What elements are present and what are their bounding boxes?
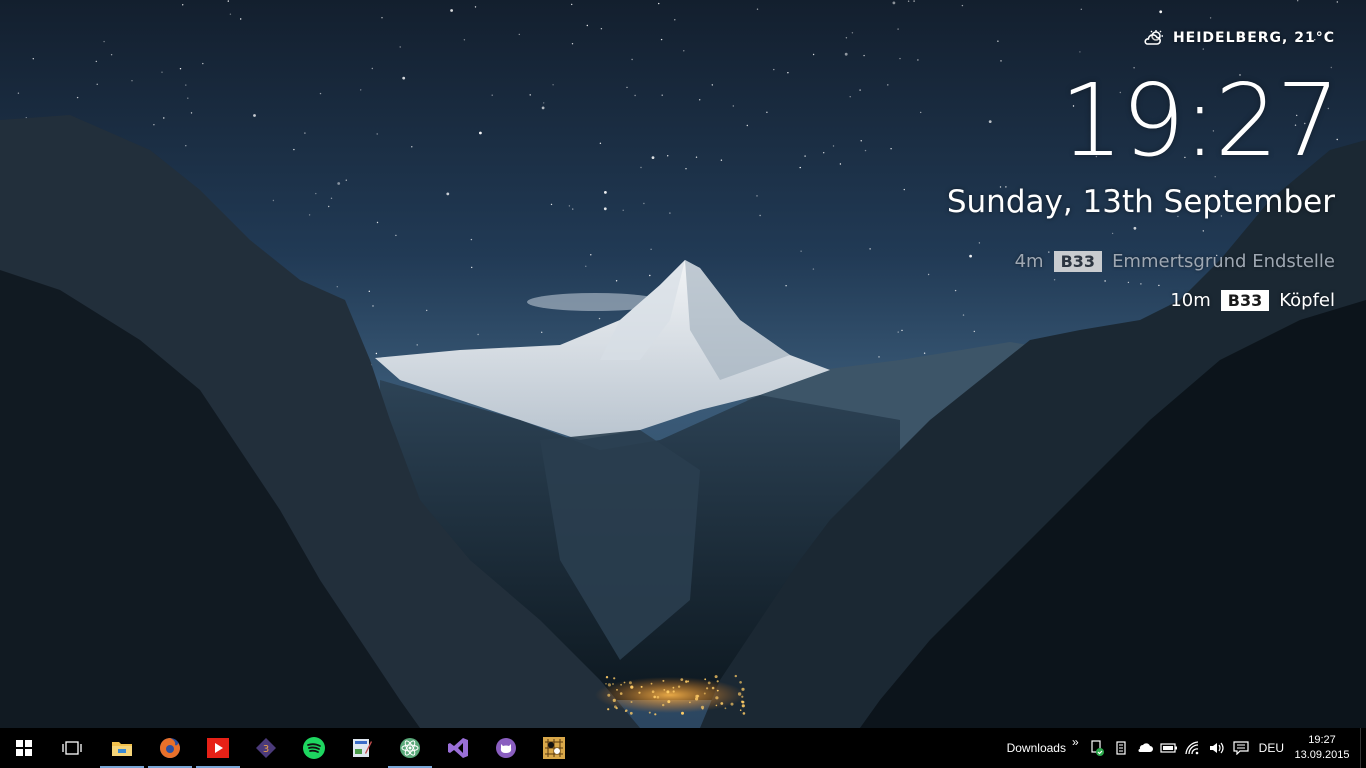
battery-icon[interactable]: [1157, 728, 1181, 768]
go-game-icon: [543, 737, 565, 759]
spotify-icon: [303, 737, 325, 759]
tray-sync-icon[interactable]: [1085, 728, 1109, 768]
wifi-icon[interactable]: [1181, 728, 1205, 768]
system-tray: Downloads » DEU 19:27 13.09.2015: [1007, 728, 1366, 768]
departure-minutes: 10m: [1170, 290, 1211, 311]
input-language[interactable]: DEU: [1259, 741, 1284, 755]
svg-text:3: 3: [263, 744, 269, 755]
taskbar-app-paint[interactable]: [338, 728, 386, 768]
show-desktop-button[interactable]: [1360, 728, 1366, 768]
departure-row: 4m B33 Emmertsgrund Endstelle: [1015, 251, 1335, 272]
start-button[interactable]: [0, 728, 48, 768]
taskbar-app-firefox[interactable]: [146, 728, 194, 768]
visual-studio-icon: [448, 738, 468, 758]
partly-cloudy-icon: [1143, 30, 1165, 46]
onedrive-icon[interactable]: [1133, 728, 1157, 768]
file-explorer-icon: [112, 742, 132, 756]
taskbar-app-spotify[interactable]: [290, 728, 338, 768]
weather-text: HEIDELBERG, 21°C: [1172, 30, 1335, 46]
paint-icon: [353, 739, 372, 757]
taskbar-app-file-explorer[interactable]: [98, 728, 146, 768]
firefox-icon: [160, 738, 180, 758]
bus-line-badge: B33: [1220, 290, 1270, 311]
taskbar-app-visual-studio[interactable]: [434, 728, 482, 768]
taskbar-app-youtube[interactable]: [194, 728, 242, 768]
volume-icon[interactable]: [1205, 728, 1229, 768]
taskbar-clock[interactable]: 19:27 13.09.2015: [1292, 733, 1352, 763]
task-view-icon: [62, 741, 82, 755]
sublime-text-icon: 3: [256, 738, 276, 758]
departure-destination: Emmertsgrund Endstelle: [1112, 251, 1335, 272]
downloads-toolbar[interactable]: Downloads: [1007, 741, 1066, 755]
departure-destination: Köpfel: [1279, 290, 1335, 311]
clock-time: 19:27: [1059, 62, 1340, 179]
taskbar-app-github[interactable]: [482, 728, 530, 768]
weather-widget: HEIDELBERG, 21°C: [1143, 30, 1335, 46]
tray-device-icon[interactable]: [1109, 728, 1133, 768]
departure-minutes: 4m: [1014, 251, 1044, 272]
taskbar-time: 19:27: [1308, 734, 1336, 746]
toolbar-overflow-button[interactable]: »: [1072, 735, 1079, 749]
task-view-button[interactable]: [48, 728, 96, 768]
youtube-icon: [207, 738, 229, 758]
taskbar: 3 Downloads » DEU 19:27 13.09.2015: [0, 728, 1366, 768]
atom-icon: [400, 738, 420, 758]
bus-line-badge: B33: [1053, 251, 1103, 272]
date-text: Sunday, 13th September: [946, 184, 1335, 220]
departure-row: 10m B33 Köpfel: [1170, 290, 1335, 311]
taskbar-app-go-game[interactable]: [530, 728, 578, 768]
taskbar-app-atom[interactable]: [386, 728, 434, 768]
github-icon: [496, 738, 516, 758]
start-icon: [16, 740, 32, 756]
taskbar-app-sublime-text[interactable]: 3: [242, 728, 290, 768]
taskbar-date: 13.09.2015: [1294, 749, 1350, 761]
action-center-icon[interactable]: [1229, 728, 1253, 768]
